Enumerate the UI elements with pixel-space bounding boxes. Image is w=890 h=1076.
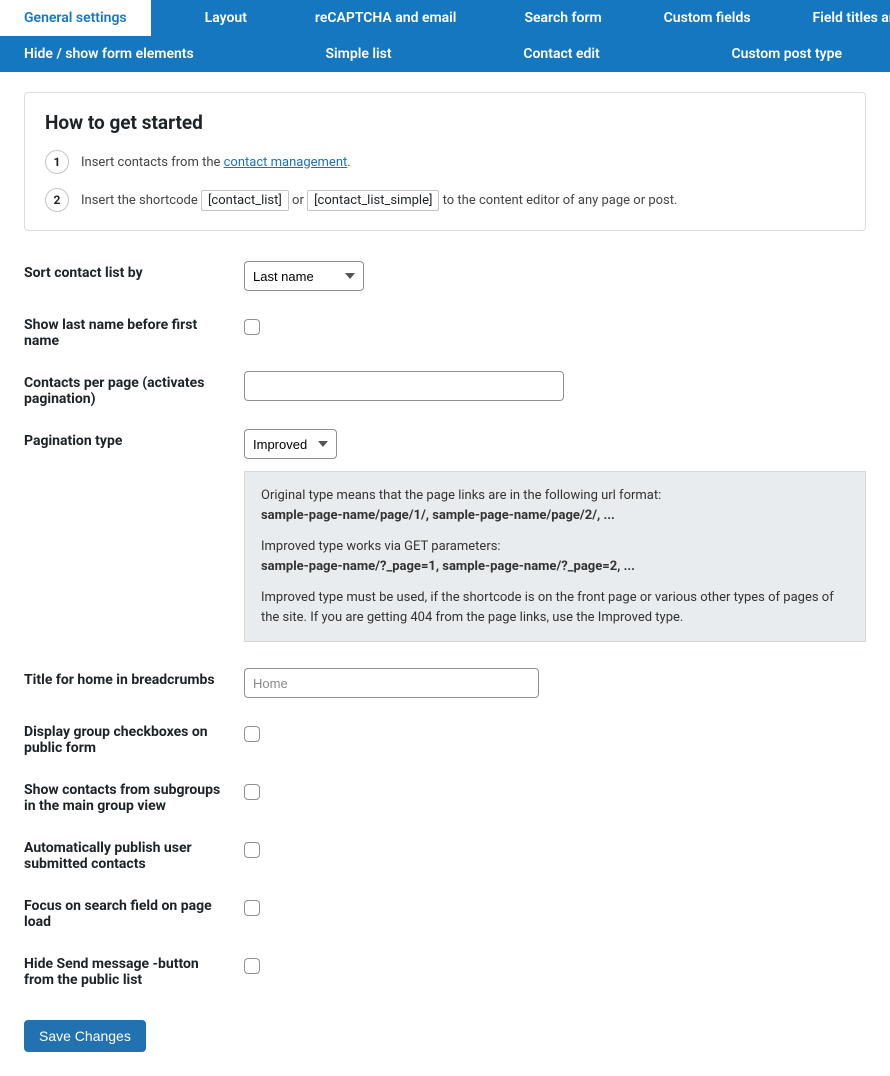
tab-custom-post-type[interactable]: Custom post type — [708, 36, 867, 72]
contact-management-link[interactable]: contact management — [224, 155, 348, 170]
tab-recaptcha-email[interactable]: reCAPTCHA and email — [291, 0, 481, 36]
tab-search-form[interactable]: Search form — [500, 0, 625, 36]
autopublish-checkbox[interactable] — [244, 842, 260, 858]
tab-general-settings[interactable]: General settings — [0, 0, 151, 36]
breadcrumb-title-input[interactable] — [244, 668, 539, 698]
tab-field-titles[interactable]: Field titles and texts — [789, 0, 890, 36]
subgroups-label: Show contacts from subgroups in the main… — [24, 778, 244, 814]
group-checkboxes-checkbox[interactable] — [244, 726, 260, 742]
sort-by-label: Sort contact list by — [24, 261, 244, 281]
pagination-type-select[interactable]: Improved — [244, 429, 337, 459]
step-2: 2 Insert the shortcode [contact_list] or… — [45, 188, 845, 212]
save-changes-button[interactable]: Save Changes — [24, 1020, 146, 1052]
tab-custom-fields[interactable]: Custom fields — [640, 0, 775, 36]
step-1-text: Insert contacts from the contact managem… — [81, 155, 351, 170]
getting-started-box: How to get started 1 Insert contacts fro… — [24, 92, 866, 231]
settings-tabs: General settings Layout reCAPTCHA and em… — [0, 0, 890, 72]
autopublish-label: Automatically publish user submitted con… — [24, 836, 244, 872]
pagination-type-label: Pagination type — [24, 429, 244, 449]
tab-simple-list[interactable]: Simple list — [302, 36, 416, 72]
pagination-help-box: Original type means that the page links … — [244, 471, 866, 642]
lastname-first-label: Show last name before first name — [24, 313, 244, 349]
contacts-per-page-label: Contacts per page (activates pagination) — [24, 371, 244, 407]
step-1: 1 Insert contacts from the contact manag… — [45, 150, 845, 174]
sort-by-select[interactable]: Last name — [244, 261, 364, 291]
focus-search-checkbox[interactable] — [244, 900, 260, 916]
step-2-badge: 2 — [45, 188, 69, 212]
step-2-text: Insert the shortcode [contact_list] or [… — [81, 190, 677, 211]
shortcode-contact-list: [contact_list] — [201, 190, 289, 211]
tab-contact-edit[interactable]: Contact edit — [499, 36, 623, 72]
tab-hide-show-elements[interactable]: Hide / show form elements — [0, 36, 218, 72]
getting-started-heading: How to get started — [45, 111, 845, 134]
shortcode-contact-list-simple: [contact_list_simple] — [307, 190, 439, 211]
focus-search-label: Focus on search field on page load — [24, 894, 244, 930]
group-checkboxes-label: Display group checkboxes on public form — [24, 720, 244, 756]
hide-send-checkbox[interactable] — [244, 958, 260, 974]
step-1-badge: 1 — [45, 150, 69, 174]
hide-send-label: Hide Send message -button from the publi… — [24, 952, 244, 988]
tab-layout[interactable]: Layout — [181, 0, 271, 36]
contacts-per-page-input[interactable] — [244, 371, 564, 401]
subgroups-checkbox[interactable] — [244, 784, 260, 800]
breadcrumb-title-label: Title for home in breadcrumbs — [24, 668, 244, 688]
lastname-first-checkbox[interactable] — [244, 319, 260, 335]
